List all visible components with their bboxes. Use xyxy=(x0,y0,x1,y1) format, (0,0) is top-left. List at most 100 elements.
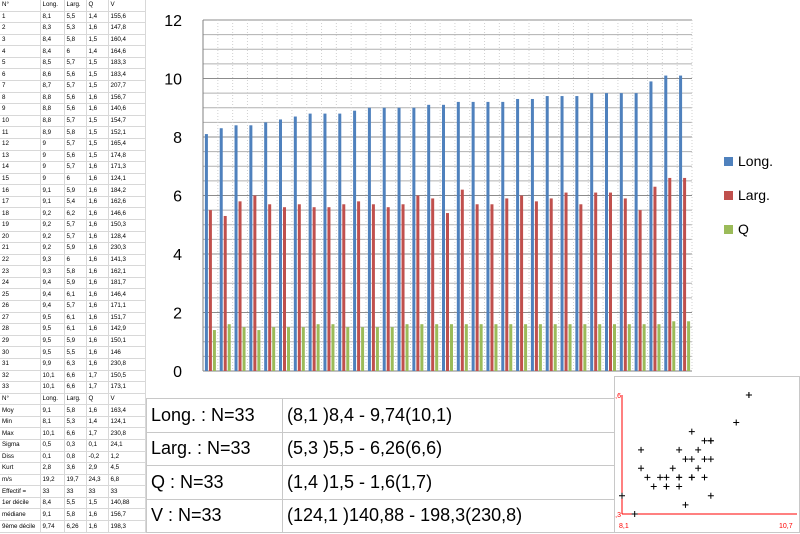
table-cell: 6,1 xyxy=(64,323,87,336)
table-cell: 13 xyxy=(0,150,41,163)
table-cell: 7 xyxy=(0,80,41,93)
table-cell: 15 xyxy=(0,173,41,186)
table-cell: 31 xyxy=(0,358,41,371)
bar-q xyxy=(420,324,424,371)
table-cell: 162,6 xyxy=(108,196,146,209)
table-cell: 12 xyxy=(0,138,41,151)
table-cell: 14 xyxy=(0,161,41,174)
bar-larg xyxy=(297,204,301,371)
bar-q xyxy=(375,327,379,371)
data-table: N° Long. Larg. Q V 1 8,1 5,5 1,4 155,6 2 8,3 5,3 1,6 1… xyxy=(0,0,146,533)
table-cell: 9,9 xyxy=(40,358,65,371)
table-cell: 140,6 xyxy=(108,103,146,116)
summary-value: (124,1 )140,88 - 198,3(230,8) xyxy=(282,498,615,533)
table-cell: 19,7 xyxy=(64,474,87,487)
table-cell: 8,3 xyxy=(40,22,65,35)
bar-q xyxy=(435,324,439,371)
bar-larg xyxy=(238,201,242,371)
table-cell: 9,1 xyxy=(40,404,65,417)
y-tick-label: 4 xyxy=(173,247,182,264)
table-cell: 23 xyxy=(0,265,41,278)
bar-larg xyxy=(609,192,612,371)
stats-row: 1er décile 8,4 5,5 1,5 140,88 xyxy=(0,497,146,510)
table-cell: V xyxy=(108,393,146,406)
legend-label: Q xyxy=(738,221,749,237)
table-cell: 150,3 xyxy=(108,219,146,232)
bar-q xyxy=(287,327,290,371)
table-cell: 1,6 xyxy=(86,254,109,267)
summary-row: V : N=33 (124,1 )140,88 - 198,3(230,8) xyxy=(146,498,615,533)
table-cell: 5,9 xyxy=(64,184,87,197)
bar-larg xyxy=(431,198,435,371)
table-cell: 5,8 xyxy=(64,265,87,278)
bar-larg xyxy=(446,213,449,371)
bar-larg xyxy=(564,192,568,371)
summary-label: Q : N=33 xyxy=(146,465,283,500)
bar-long xyxy=(234,125,238,371)
table-cell: 33 xyxy=(40,485,65,498)
table-row: 32 10,1 6,6 1,7 150,5 xyxy=(0,370,146,383)
table-cell: 10,1 xyxy=(40,370,65,383)
table-cell: 33 xyxy=(86,485,109,498)
scatter-point xyxy=(707,437,714,444)
table-cell: 147,8 xyxy=(108,22,146,35)
bar-larg xyxy=(579,204,583,371)
table-cell: 5,8 xyxy=(64,404,87,417)
bar-long xyxy=(308,113,312,371)
bar-q xyxy=(405,324,409,371)
table-cell: Min xyxy=(0,416,41,429)
stats-row: m/s 19,2 19,7 24,3 6,8 xyxy=(0,474,146,487)
legend-swatch xyxy=(724,191,733,200)
table-cell: 1,6 xyxy=(86,219,109,232)
bar-larg xyxy=(534,201,538,371)
table-cell: 1,6 xyxy=(86,404,109,417)
scatter-point xyxy=(676,483,683,490)
table-cell: 26 xyxy=(0,300,41,313)
table-cell: 8,4 xyxy=(40,497,65,510)
scatter-point xyxy=(701,437,708,444)
table-cell: 9,5 xyxy=(40,346,65,359)
table-cell: m/s xyxy=(0,474,41,487)
table-cell: 1,6 xyxy=(86,207,109,220)
summary-label: Long. : N=33 xyxy=(146,398,283,433)
bar-q xyxy=(331,324,335,371)
table-cell: 0,8 xyxy=(64,451,87,464)
scatter-point xyxy=(745,392,752,398)
table-cell: 6 xyxy=(64,173,87,186)
table-cell: 142,9 xyxy=(108,323,146,336)
legend-swatch xyxy=(724,157,733,166)
scatter-point xyxy=(733,419,740,426)
table-cell: 1,6 xyxy=(86,300,109,313)
bar-long xyxy=(560,96,564,372)
table-cell: Q xyxy=(86,0,109,12)
table-cell: 1,6 xyxy=(86,265,109,278)
stats-row: Sigma 0,5 0,3 0,1 24,1 xyxy=(0,439,146,452)
bar-larg xyxy=(401,204,405,371)
table-cell: 124,1 xyxy=(108,416,146,429)
summary-value: (1,4 )1,5 - 1,6(1,7) xyxy=(282,465,615,500)
table-row: 30 9,5 5,5 1,6 146 xyxy=(0,346,146,359)
bar-chart-panel: 0 2 4 6 8 10 12 Long. Larg. Q xyxy=(146,0,800,398)
y-tick-label: 10 xyxy=(164,72,182,89)
table-cell: 24,3 xyxy=(86,474,109,487)
bar-q xyxy=(657,324,661,371)
table-cell: 33 xyxy=(64,485,87,498)
scatter-point xyxy=(688,456,695,463)
table-cell: 19,2 xyxy=(40,474,65,487)
table-cell: 24 xyxy=(0,277,41,290)
table-row: 33 10,1 6,6 1,7 173,1 xyxy=(0,381,146,394)
table-cell: 3 xyxy=(0,34,41,47)
bar-q xyxy=(687,321,691,371)
table-cell: 1,6 xyxy=(86,508,109,521)
bar-q xyxy=(568,324,572,371)
bar-q xyxy=(627,324,631,371)
bar-long xyxy=(679,75,683,371)
bar-larg xyxy=(653,186,657,371)
table-cell: 9 xyxy=(40,150,65,163)
table-row: 23 9,3 5,8 1,6 162,1 xyxy=(0,265,146,278)
table-cell: 1,6 xyxy=(86,173,109,186)
bar-long xyxy=(530,98,534,371)
table-row: 22 9,3 6 1,6 141,3 xyxy=(0,254,146,267)
bar-q xyxy=(316,324,320,371)
table-cell: 16 xyxy=(0,184,41,197)
